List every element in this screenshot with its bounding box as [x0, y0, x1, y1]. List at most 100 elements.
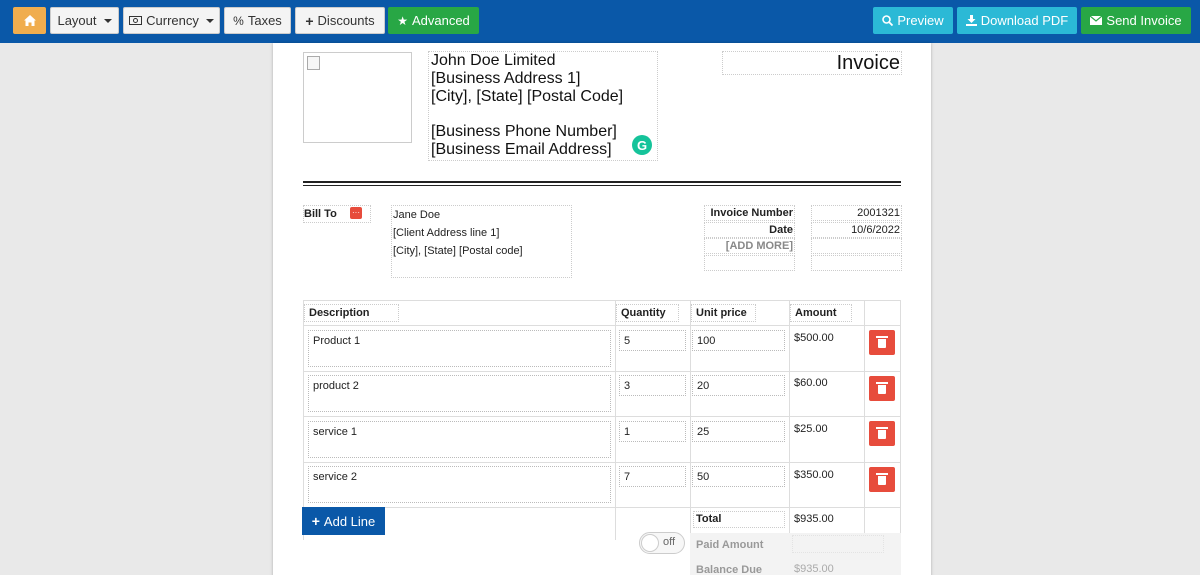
unit-price-input[interactable]: 20	[692, 375, 785, 396]
meta-empty-field[interactable]	[811, 255, 902, 271]
quantity-input[interactable]: 1	[619, 421, 686, 442]
add-line-label: Add Line	[323, 513, 376, 529]
divider	[303, 371, 901, 372]
taxes-label: Taxes	[247, 13, 282, 28]
discounts-button[interactable]: + Discounts	[295, 7, 385, 34]
invoice-number-field[interactable]: 2001321	[811, 205, 902, 221]
business-phone: [Business Phone Number]	[431, 123, 617, 140]
header-unit-price[interactable]: Unit price	[691, 304, 756, 322]
download-pdf-button[interactable]: Download PDF	[957, 7, 1077, 34]
client-name: Jane Doe	[393, 209, 441, 221]
meta-empty-field[interactable]	[811, 238, 902, 254]
description-input[interactable]: product 2	[308, 375, 611, 412]
percent-icon: %	[233, 13, 244, 28]
paid-amount-label: Paid Amount	[696, 539, 764, 551]
paid-amount-toggle[interactable]: off	[639, 532, 685, 554]
home-icon	[23, 15, 36, 26]
amount-value: $500.00	[794, 332, 834, 344]
currency-label: Currency	[146, 13, 199, 28]
layout-dropdown[interactable]: Layout	[50, 7, 119, 34]
balance-due-label: Balance Due	[696, 564, 763, 575]
layout-label: Layout	[57, 13, 97, 28]
amount-value: $350.00	[794, 469, 834, 481]
business-city: [City], [State] [Postal Code]	[431, 88, 624, 105]
delete-row-button[interactable]	[869, 330, 895, 355]
header-amount[interactable]: Amount	[790, 304, 852, 322]
trash-icon	[876, 427, 888, 439]
caret-down-icon	[103, 18, 112, 23]
unit-price-input[interactable]: 50	[692, 466, 785, 487]
meta-empty-label[interactable]	[704, 255, 795, 271]
divider	[303, 416, 901, 417]
discounts-label: Discounts	[317, 13, 375, 28]
trash-icon	[876, 473, 888, 485]
total-label[interactable]: Total	[693, 511, 785, 528]
preview-label: Preview	[897, 13, 944, 28]
advanced-button[interactable]: ★ Advanced	[388, 7, 479, 34]
toggle-label: off	[663, 536, 676, 548]
business-info[interactable]: John Doe Limited [Business Address 1] [C…	[428, 51, 658, 161]
envelope-icon	[1090, 16, 1103, 25]
trash-icon	[876, 336, 888, 348]
paid-amount-input[interactable]	[792, 535, 884, 553]
date-label[interactable]: Date	[704, 222, 795, 238]
amount-value: $25.00	[794, 423, 828, 435]
caret-down-icon	[205, 18, 214, 23]
home-button[interactable]	[13, 7, 46, 34]
unit-price-input[interactable]: 100	[692, 330, 785, 351]
send-invoice-label: Send Invoice	[1106, 13, 1182, 28]
taxes-button[interactable]: % Taxes	[224, 7, 291, 34]
logo-upload[interactable]	[303, 52, 412, 143]
divider	[303, 325, 901, 326]
toggle-knob	[641, 534, 659, 552]
toolbar: Layout Currency % Taxes + Discounts ★ Ad…	[0, 0, 1200, 43]
description-input[interactable]: service 1	[308, 421, 611, 458]
more-options-icon[interactable]: ···	[350, 207, 362, 219]
invoice-page: John Doe Limited [Business Address 1] [C…	[273, 43, 931, 575]
delete-row-button[interactable]	[869, 467, 895, 492]
advanced-label: Advanced	[411, 13, 470, 28]
trash-icon	[876, 382, 888, 394]
description-input[interactable]: Product 1	[308, 330, 611, 367]
divider	[303, 181, 901, 183]
business-name: John Doe Limited	[431, 52, 556, 69]
quantity-input[interactable]: 5	[619, 330, 686, 351]
invoice-title[interactable]: Invoice	[722, 51, 902, 75]
send-invoice-button[interactable]: Send Invoice	[1081, 7, 1191, 34]
plus-icon: +	[311, 513, 320, 529]
star-icon: ★	[397, 13, 408, 28]
unit-price-input[interactable]: 25	[692, 421, 785, 442]
divider	[303, 462, 901, 463]
client-city: [City], [State] [Postal code]	[393, 245, 523, 257]
quantity-input[interactable]: 7	[619, 466, 686, 487]
divider	[303, 185, 901, 186]
preview-button[interactable]: Preview	[873, 7, 953, 34]
add-line-button[interactable]: + Add Line	[302, 507, 385, 535]
client-address: [Client Address line 1]	[393, 227, 500, 239]
balance-due-value: $935.00	[794, 563, 834, 575]
header-description[interactable]: Description	[304, 304, 399, 322]
business-email: [Business Email Address]	[431, 141, 612, 158]
amount-value: $60.00	[794, 377, 828, 389]
money-icon	[129, 16, 143, 25]
download-icon	[965, 15, 977, 26]
quantity-input[interactable]: 3	[619, 375, 686, 396]
download-pdf-label: Download PDF	[980, 13, 1069, 28]
invoice-number-label[interactable]: Invoice Number	[704, 205, 795, 221]
business-address: [Business Address 1]	[431, 70, 581, 87]
search-icon	[882, 15, 894, 26]
add-more-link[interactable]: [ADD MORE]	[704, 238, 795, 254]
currency-dropdown[interactable]: Currency	[123, 7, 220, 34]
delete-row-button[interactable]	[869, 421, 895, 446]
plus-icon: +	[305, 12, 314, 29]
divider	[303, 507, 901, 508]
total-value: $935.00	[794, 513, 834, 525]
grammarly-icon[interactable]: G	[632, 135, 652, 155]
description-input[interactable]: service 2	[308, 466, 611, 503]
divider	[615, 300, 616, 540]
client-info[interactable]: Jane Doe [Client Address line 1] [City],…	[391, 205, 572, 278]
delete-row-button[interactable]	[869, 376, 895, 401]
header-quantity[interactable]: Quantity	[616, 304, 679, 322]
date-field[interactable]: 10/6/2022	[811, 222, 902, 238]
broken-image-icon	[307, 56, 320, 70]
